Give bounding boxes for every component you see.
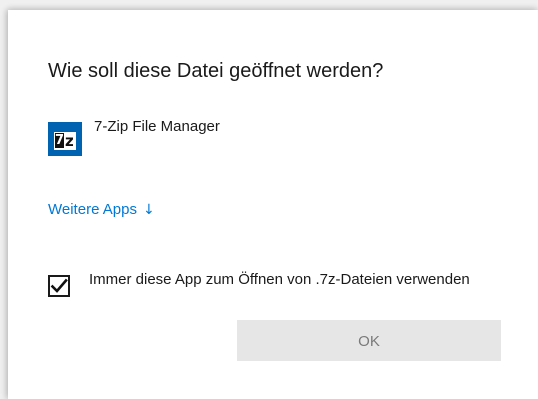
ok-button[interactable]: OK (237, 320, 501, 361)
7zip-logo-z: z (65, 132, 74, 150)
app-name-label: 7-Zip File Manager (94, 118, 220, 135)
checkmark-icon (50, 278, 68, 293)
7zip-logo-plate: 7 z (54, 132, 76, 150)
always-use-checkbox[interactable] (48, 275, 70, 297)
7zip-logo-seven: 7 (55, 133, 65, 148)
always-use-label: Immer diese App zum Öffnen von .7z-Datei… (89, 271, 470, 288)
open-with-dialog: Wie soll diese Datei geöffnet werden? 7 … (8, 10, 538, 399)
more-apps-label: Weitere Apps (48, 201, 137, 218)
app-option-7zip[interactable]: 7 z 7-Zip File Manager (48, 116, 368, 156)
more-apps-link[interactable]: Weitere Apps ↓ (48, 201, 155, 218)
dialog-title: Wie soll diese Datei geöffnet werden? (48, 60, 384, 82)
7zip-app-icon: 7 z (48, 122, 82, 156)
arrow-down-icon: ↓ (142, 202, 155, 218)
